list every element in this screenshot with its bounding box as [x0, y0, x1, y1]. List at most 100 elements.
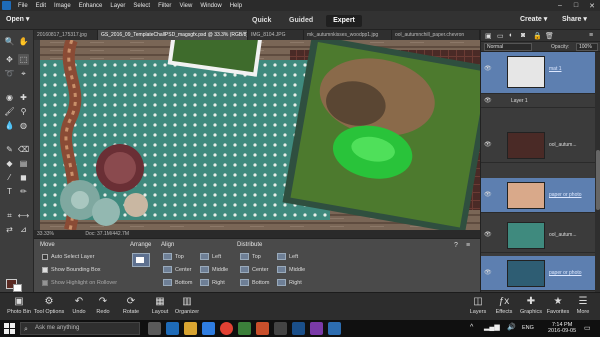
app-icon[interactable] — [238, 322, 251, 335]
align-top-icon[interactable] — [163, 253, 172, 260]
spot-healing-tool-icon[interactable]: ✚ — [18, 92, 29, 103]
eraser-tool-icon[interactable]: ⌫ — [18, 144, 29, 155]
task-view-icon[interactable] — [148, 322, 161, 335]
menu-help[interactable]: Help — [226, 3, 246, 9]
mode-quick[interactable]: Quick — [246, 15, 277, 27]
create-button[interactable]: Create ▾ — [520, 15, 547, 23]
menu-view[interactable]: View — [175, 3, 196, 9]
network-icon[interactable]: ▂▄▆ — [484, 323, 500, 331]
zoom-tool-icon[interactable]: 🔍 — [4, 36, 15, 47]
volume-icon[interactable]: 🔊 — [507, 323, 516, 331]
organizer-button[interactable]: ▥ Organizer — [170, 296, 204, 315]
open-button[interactable]: Open ▾ — [6, 15, 29, 23]
custom-shape-tool-icon[interactable]: ◼ — [18, 172, 29, 183]
taskbar-clock[interactable]: 7:14 PM 2016-09-05 — [548, 322, 576, 334]
menu-enhance[interactable]: Enhance — [75, 3, 107, 9]
show-highlight-checkbox[interactable] — [42, 280, 48, 286]
edge-browser-icon[interactable] — [166, 322, 179, 335]
layer-row-photo[interactable]: 👁 paper or photo — [481, 256, 595, 291]
align-bottom-icon[interactable] — [163, 279, 172, 286]
layer-mask-icon[interactable]: ◙ — [521, 32, 525, 39]
eye-icon[interactable]: 👁 — [484, 97, 492, 104]
eyedropper-tool-icon[interactable]: ⁄ — [4, 172, 15, 183]
chrome-icon[interactable] — [220, 322, 233, 335]
photo-bin-button[interactable]: ▣ Photo Bin — [2, 296, 36, 315]
distribute-middle-label[interactable]: Middle — [289, 267, 305, 273]
close-icon[interactable]: ✕ — [584, 2, 600, 10]
document-canvas[interactable] — [40, 40, 480, 230]
tray-chevron-icon[interactable]: ^ — [470, 324, 473, 331]
align-middle-icon[interactable] — [200, 266, 209, 273]
distribute-bottom-icon[interactable] — [240, 279, 249, 286]
language-indicator[interactable]: ENG — [522, 325, 534, 331]
tab-document-active[interactable]: GS_2016_09_TemplateChallPSD_magsgfx.psd … — [98, 30, 248, 40]
layer-row-paper[interactable]: 👁 ool_autum... — [481, 128, 595, 163]
options-menu-icon[interactable]: ≡ — [466, 242, 470, 249]
tool-options-button[interactable]: ⚙ Tool Options — [32, 296, 66, 315]
distribute-center-icon[interactable] — [240, 266, 249, 273]
app-icon[interactable] — [274, 322, 287, 335]
tab-document[interactable]: 20160817_175317.jpg — [34, 30, 98, 40]
menu-select[interactable]: Select — [129, 3, 154, 9]
crop-tool-icon[interactable]: ⌗ — [4, 210, 15, 221]
tab-document[interactable]: ool_autumnchill_paper.chevron — [392, 30, 480, 40]
menu-file[interactable]: File — [14, 3, 32, 9]
clone-stamp-tool-icon[interactable]: ⚲ — [18, 106, 29, 117]
paint-bucket-tool-icon[interactable]: ◆ — [4, 158, 15, 169]
quick-select-tool-icon[interactable]: ⌖ — [18, 68, 29, 79]
menu-layer[interactable]: Layer — [106, 3, 129, 9]
move-tool-icon[interactable]: ✥ — [4, 54, 15, 65]
distribute-right-label[interactable]: Right — [289, 280, 302, 286]
type-tool-icon[interactable]: T — [4, 186, 15, 197]
distribute-right-icon[interactable] — [277, 279, 286, 286]
layer-row-mat[interactable]: 👁 mat 1 — [481, 52, 595, 94]
marquee-tool-icon[interactable]: ⬚ — [18, 54, 29, 65]
align-top-label[interactable]: Top — [175, 254, 184, 260]
sponge-tool-icon[interactable]: ◍ — [18, 120, 29, 131]
layer-row-photo[interactable]: 👁 paper or photo — [481, 178, 595, 213]
minimize-icon[interactable]: – — [552, 2, 568, 10]
new-layer-icon[interactable]: ▣ — [485, 32, 492, 40]
store-icon[interactable] — [202, 322, 215, 335]
taskbar-search-box[interactable]: ⌕ Ask me anything — [20, 322, 140, 335]
eye-icon[interactable]: 👁 — [484, 191, 492, 198]
eye-icon[interactable]: 👁 — [484, 65, 492, 72]
help-icon[interactable]: ? — [454, 242, 458, 249]
share-button[interactable]: Share ▾ — [562, 15, 587, 23]
eye-icon[interactable]: 👁 — [484, 141, 492, 148]
pencil-tool-icon[interactable]: ✏ — [18, 186, 29, 197]
file-explorer-icon[interactable] — [184, 322, 197, 335]
menu-filter[interactable]: Filter — [154, 3, 175, 9]
align-right-icon[interactable] — [200, 279, 209, 286]
layers-scrollbar-thumb[interactable] — [596, 150, 600, 210]
windows-start-icon[interactable] — [4, 323, 15, 334]
notifications-icon[interactable]: ▭ — [584, 324, 591, 332]
distribute-top-icon[interactable] — [240, 253, 249, 260]
eye-tool-icon[interactable]: ◉ — [4, 92, 15, 103]
distribute-top-label[interactable]: Top — [252, 254, 261, 260]
align-center-label[interactable]: Center — [175, 267, 192, 273]
distribute-left-label[interactable]: Left — [289, 254, 298, 260]
recompose-tool-icon[interactable]: ⟷ — [18, 210, 29, 221]
auto-select-checkbox[interactable] — [42, 254, 48, 260]
menu-edit[interactable]: Edit — [32, 3, 50, 9]
blend-mode-select[interactable]: Normal — [484, 43, 532, 51]
eye-icon[interactable]: 👁 — [484, 269, 492, 276]
align-left-label[interactable]: Left — [212, 254, 221, 260]
tab-document[interactable]: mk_autumnkisses_woodpp1.jpg — [304, 30, 392, 40]
blur-tool-icon[interactable]: 💧 — [4, 120, 15, 131]
maximize-icon[interactable]: □ — [568, 2, 584, 10]
new-group-icon[interactable]: ▭ — [497, 32, 504, 40]
distribute-bottom-label[interactable]: Bottom — [252, 280, 269, 286]
align-middle-label[interactable]: Middle — [212, 267, 228, 273]
align-center-icon[interactable] — [163, 266, 172, 273]
more-button[interactable]: ☰ More — [566, 296, 600, 315]
hand-tool-icon[interactable]: ✋ — [18, 36, 29, 47]
app-icon[interactable] — [310, 322, 323, 335]
layer-row-paper[interactable]: 👁 ool_autum... — [481, 218, 595, 253]
app-icon[interactable] — [256, 322, 269, 335]
menu-image[interactable]: Image — [50, 3, 75, 9]
align-bottom-label[interactable]: Bottom — [175, 280, 192, 286]
menu-window[interactable]: Window — [196, 3, 225, 9]
align-left-icon[interactable] — [200, 253, 209, 260]
